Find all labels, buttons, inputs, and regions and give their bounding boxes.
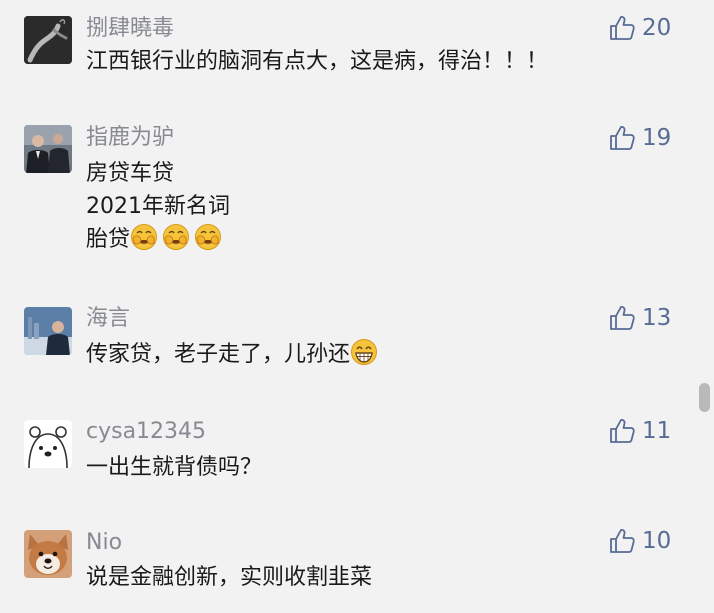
thumbs-up-icon	[610, 529, 635, 553]
comment-text: 传家贷，老子走了，儿孙还	[86, 338, 382, 371]
facepalm-emoji-icon	[131, 224, 158, 250]
like-count: 10	[642, 528, 672, 554]
person-city-avatar[interactable]	[24, 307, 72, 355]
grin-emoji-icon	[351, 339, 378, 365]
comment-text-segment: 传家贷，老子走了，儿孙还	[86, 342, 351, 367]
comment-username[interactable]: 指鹿为驴	[86, 125, 174, 151]
like-button[interactable]: 19	[608, 124, 698, 154]
like-count: 13	[642, 305, 672, 331]
scrollbar-thumb[interactable]	[699, 383, 710, 412]
comment-text-line: 说是金融创新，实则收割韭菜	[86, 565, 373, 590]
hand-smoke-avatar[interactable]	[24, 16, 72, 64]
like-count: 20	[642, 15, 672, 41]
shiba-dog-avatar[interactable]	[24, 530, 72, 578]
comment-text-line: 2021年新名词	[86, 194, 230, 219]
like-button[interactable]: 20	[608, 14, 698, 44]
comment-username[interactable]: Nio	[86, 530, 122, 556]
like-button[interactable]: 13	[608, 304, 698, 334]
thumbs-up-icon	[610, 16, 635, 40]
comment-list: 捌肆曉毒 20 江西银行业的脑洞有点大，这是病，得治！！！ 指鹿为驴 19 房贷…	[0, 0, 714, 613]
thumbs-up-icon	[610, 419, 635, 443]
facepalm-emoji-icon	[163, 224, 190, 250]
comment-text: 一出生就背债吗？	[86, 451, 262, 484]
comment-text: 房贷车贷 2021年新名词 胎贷	[86, 157, 230, 256]
comment-text: 江西银行业的脑洞有点大，这是病，得治！！！	[86, 45, 548, 78]
polar-bear-avatar[interactable]	[24, 420, 72, 468]
comment-text: 说是金融创新，实则收割韭菜	[86, 561, 372, 594]
like-count: 19	[642, 125, 672, 151]
comment-username[interactable]: 捌肆曉毒	[86, 16, 174, 42]
suited-men-avatar[interactable]	[24, 125, 72, 173]
comment-text-line: 传家贷，老子走了，儿孙还	[86, 338, 382, 371]
comment-text-line: 一出生就背债吗？	[86, 455, 263, 480]
thumbs-up-icon	[610, 126, 635, 150]
comment-username[interactable]: 海言	[86, 306, 130, 332]
comment-text-line: 胎贷	[86, 223, 230, 256]
like-button[interactable]: 11	[608, 417, 698, 447]
comment-text-line: 房贷车贷	[86, 161, 175, 186]
like-button[interactable]: 10	[608, 527, 698, 557]
comment-text-segment: 胎贷	[86, 227, 131, 252]
facepalm-emoji-icon	[195, 224, 222, 250]
like-count: 11	[642, 418, 672, 444]
thumbs-up-icon	[610, 306, 635, 330]
comment-text-line: 江西银行业的脑洞有点大，这是病，得治！！！	[86, 49, 549, 74]
comment-username[interactable]: cysa12345	[86, 419, 206, 445]
